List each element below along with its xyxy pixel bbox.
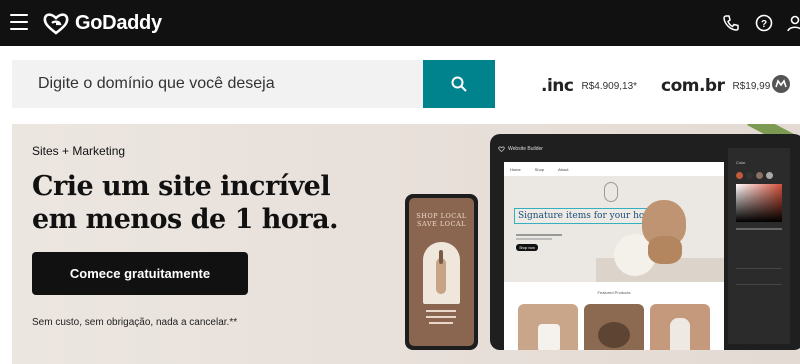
tablet-app-name: Website Builder bbox=[508, 146, 543, 152]
logo-text: GoDaddy bbox=[75, 11, 162, 34]
website-preview-hero: Signature items for your home. Shop now bbox=[504, 176, 724, 282]
color-swatch bbox=[766, 172, 773, 179]
help-icon[interactable]: ? bbox=[755, 14, 773, 32]
godaddy-logo[interactable]: GoDaddy bbox=[42, 10, 162, 36]
tld-price: R$19,99 bbox=[732, 80, 771, 92]
panel-label: Color bbox=[736, 160, 746, 165]
phone-text-line bbox=[426, 316, 456, 318]
phone-screen: SHOP LOCAL SAVE LOCAL bbox=[409, 198, 474, 346]
svg-text:?: ? bbox=[761, 19, 767, 30]
featured-product-card bbox=[650, 304, 710, 350]
hero-headline: Crie um site incrível em menos de 1 hora… bbox=[32, 171, 339, 235]
phone-headline: SHOP LOCAL SAVE LOCAL bbox=[416, 212, 467, 228]
tld-name: com.br bbox=[661, 76, 725, 96]
menu-icon[interactable] bbox=[10, 14, 28, 30]
featured-product-card bbox=[584, 304, 644, 350]
tablet-mockup: Website Builder Home Shop About Signature … bbox=[490, 134, 800, 350]
featured-products-label: Featured Products bbox=[597, 290, 631, 295]
godaddy-logo-icon bbox=[498, 146, 505, 152]
domain-search-row: .inc R$4.909,13* com.br R$19,99 bbox=[0, 46, 800, 124]
search-icon bbox=[451, 76, 467, 92]
phone-text-line bbox=[426, 310, 456, 312]
editor-side-panel: Color bbox=[728, 148, 790, 344]
site-logo-mark bbox=[604, 182, 618, 202]
featured-product-card bbox=[518, 304, 578, 350]
top-navigation-bar: GoDaddy ? bbox=[0, 0, 800, 46]
vase-brown-base bbox=[648, 236, 682, 264]
domain-search-field bbox=[12, 60, 423, 108]
phone-hero-image bbox=[423, 242, 460, 304]
website-preview-nav: Home Shop About bbox=[510, 166, 569, 172]
hero-eyebrow: Sites + Marketing bbox=[32, 144, 126, 158]
hue-slider bbox=[736, 228, 782, 230]
user-icon[interactable] bbox=[786, 14, 800, 32]
phone-text-line bbox=[429, 322, 453, 324]
tld-offer-inc[interactable]: .inc R$4.909,13* bbox=[541, 76, 637, 96]
hero-disclaimer: Sem custo, sem obrigação, nada a cancela… bbox=[32, 317, 238, 328]
domain-search-input[interactable] bbox=[12, 60, 423, 108]
color-swatch bbox=[756, 172, 763, 179]
site-shop-button: Shop now bbox=[516, 244, 538, 251]
color-picker-gradient bbox=[736, 184, 782, 222]
site-body-line bbox=[516, 238, 552, 240]
panel-divider bbox=[736, 284, 782, 285]
site-body-line bbox=[516, 234, 562, 236]
start-free-button[interactable]: Comece gratuitamente bbox=[32, 252, 248, 295]
hero-banner: Sites + Marketing Crie um site incrível … bbox=[12, 124, 800, 364]
tld-price: R$4.909,13* bbox=[581, 80, 638, 92]
tld-offer-combr[interactable]: com.br R$19,99 bbox=[661, 76, 770, 96]
phone-mockup: SHOP LOCAL SAVE LOCAL bbox=[405, 194, 478, 350]
color-swatch bbox=[736, 172, 743, 179]
tld-name: .inc bbox=[541, 76, 574, 96]
panel-divider bbox=[736, 268, 782, 269]
phone-icon[interactable] bbox=[722, 14, 740, 32]
godaddy-logo-icon bbox=[43, 13, 69, 35]
search-button[interactable] bbox=[423, 60, 495, 108]
website-preview: Home Shop About Signature items for your h… bbox=[504, 162, 724, 350]
tld-logo-icon bbox=[772, 75, 790, 93]
tld-offer-partial[interactable] bbox=[771, 74, 791, 94]
color-swatch bbox=[746, 172, 753, 179]
